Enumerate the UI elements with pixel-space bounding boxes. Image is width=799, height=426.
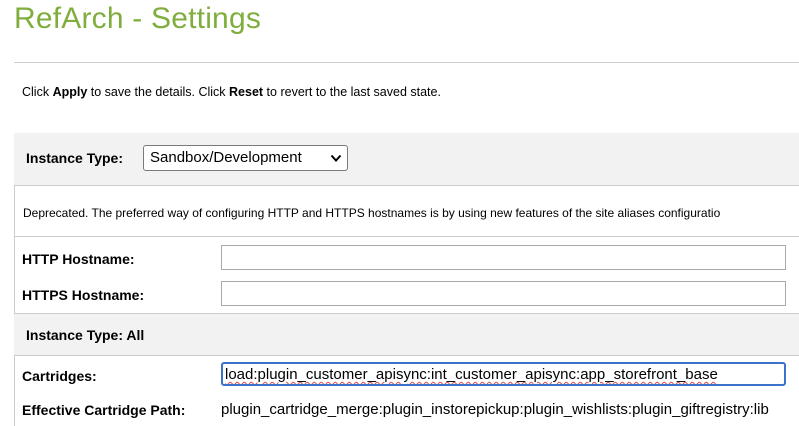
- instance-type-selected-value: Sandbox/Development: [150, 149, 302, 166]
- intro-part-3: to revert to the last saved state.: [263, 85, 441, 99]
- deprecated-note: Deprecated. The preferred way of configu…: [23, 206, 721, 220]
- instance-type-all-label: Instance Type: All: [26, 327, 145, 343]
- http-hostname-label: HTTP Hostname:: [22, 251, 135, 267]
- intro-part-2: to save the details. Click: [87, 85, 230, 99]
- https-hostname-label: HTTPS Hostname:: [22, 287, 145, 303]
- settings-page: RefArch - Settings Click Apply to save t…: [0, 0, 799, 426]
- effective-cartridge-path-label: Effective Cartridge Path:: [22, 402, 186, 418]
- chevron-down-icon: [330, 154, 342, 162]
- page-title: RefArch - Settings: [14, 2, 262, 35]
- intro-reset-keyword: Reset: [229, 85, 264, 99]
- deprecated-row: Deprecated. The preferred way of configu…: [14, 186, 799, 237]
- instance-type-all-row: Instance Type: All: [14, 313, 799, 356]
- cartridges-value: load:plugin_customer_apisync:int_custome…: [225, 366, 718, 383]
- intro-part-1: Click: [22, 85, 53, 99]
- title-divider: [14, 62, 799, 63]
- instance-type-select[interactable]: Sandbox/Development: [143, 145, 348, 171]
- https-hostname-input[interactable]: [221, 281, 786, 306]
- instance-type-label: Instance Type:: [26, 150, 123, 166]
- cartridges-input[interactable]: load:plugin_customer_apisync:int_custome…: [221, 362, 786, 386]
- instance-type-row: Instance Type: Sandbox/Development: [14, 133, 799, 186]
- http-hostname-input[interactable]: [221, 245, 786, 270]
- intro-text: Click Apply to save the details. Click R…: [22, 85, 441, 99]
- cartridges-label: Cartridges:: [22, 368, 97, 384]
- intro-apply-keyword: Apply: [52, 85, 88, 99]
- effective-cartridge-path-value: plugin_cartridge_merge:plugin_instorepic…: [221, 401, 769, 418]
